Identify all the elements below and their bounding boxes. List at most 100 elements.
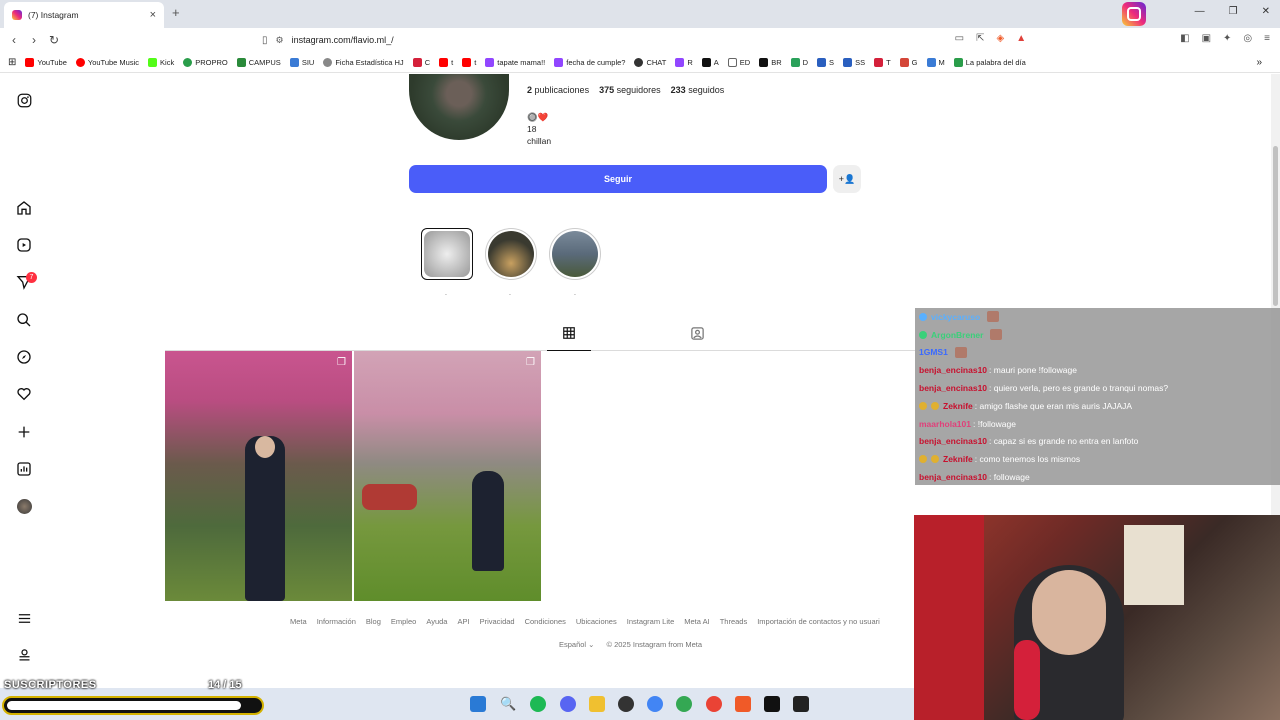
footer-link[interactable]: Empleo	[391, 617, 416, 626]
profile-avatar[interactable]	[409, 74, 509, 140]
bookmark-item[interactable]: G	[899, 58, 918, 67]
footer-link[interactable]: Meta	[290, 617, 307, 626]
bookmark-item[interactable]: SS	[843, 58, 865, 67]
bookmark-item[interactable]: t	[439, 58, 453, 67]
chrome-icon[interactable]	[647, 696, 663, 712]
bookmark-item[interactable]: R	[675, 58, 693, 67]
suggested-accounts-button[interactable]: +👤	[833, 165, 861, 193]
tab-tagged[interactable]	[690, 326, 705, 344]
post-thumbnail[interactable]: ❐	[165, 351, 352, 601]
cast-icon[interactable]: ▭	[955, 33, 964, 44]
bookmark-item[interactable]: tapate mama!!	[485, 58, 545, 67]
followers-count[interactable]: 375 seguidores	[599, 85, 661, 95]
bookmark-item[interactable]: D	[790, 58, 808, 67]
footer-link[interactable]: Importación de contactos y no usuari	[757, 617, 880, 626]
instagram-app-icon[interactable]	[1122, 2, 1146, 26]
explore-icon[interactable]	[14, 347, 34, 367]
brave-shield-icon[interactable]: ◈	[997, 33, 1005, 44]
chat-message: benja_encinas10: capaz si es grande no e…	[919, 436, 1139, 447]
vpn-icon[interactable]: ◎	[1243, 33, 1252, 44]
bookmark-item[interactable]: BR	[759, 58, 782, 67]
footer-link[interactable]: Meta AI	[684, 617, 709, 626]
bookmark-item[interactable]: S	[817, 58, 834, 67]
story-highlight[interactable]	[549, 228, 601, 280]
profile-avatar-icon[interactable]	[14, 496, 34, 516]
spotify-icon[interactable]	[530, 696, 546, 712]
bookmark-item[interactable]: CAMPUS	[236, 58, 281, 67]
restore-icon[interactable]: ❐	[1229, 6, 1238, 17]
menu-icon[interactable]: ≡	[1264, 33, 1270, 44]
new-tab-button[interactable]: +	[172, 5, 180, 20]
bookmarks-overflow-icon[interactable]: »	[1256, 57, 1262, 68]
footer-link[interactable]: Privacidad	[480, 617, 515, 626]
tab-posts[interactable]	[547, 326, 591, 351]
epic-games-icon[interactable]	[793, 696, 809, 712]
bookmark-item[interactable]: M	[926, 58, 945, 67]
language-select[interactable]: Español ⌄	[559, 640, 594, 649]
post-thumbnail[interactable]: ❐	[354, 351, 541, 601]
footer-link[interactable]: Ayuda	[426, 617, 447, 626]
file-explorer-icon[interactable]	[589, 696, 605, 712]
chrome-profile-icon[interactable]	[676, 696, 692, 712]
start-icon[interactable]	[470, 696, 486, 712]
also-from-meta-icon[interactable]	[14, 645, 34, 665]
apps-grid-icon[interactable]: ⊞	[8, 57, 16, 68]
rewards-icon[interactable]: ▲	[1016, 33, 1026, 44]
close-tab-icon[interactable]: ×	[150, 9, 156, 21]
bookmark-item[interactable]: C	[412, 58, 430, 67]
bookmark-item[interactable]: CHAT	[634, 58, 666, 67]
instagram-logo-icon[interactable]	[14, 90, 34, 110]
footer-link[interactable]: Ubicaciones	[576, 617, 617, 626]
follow-button[interactable]: Seguir	[409, 165, 827, 193]
bookmark-item[interactable]: Ficha Estadística HJ	[323, 58, 404, 67]
dashboard-icon[interactable]	[14, 459, 34, 479]
footer-link[interactable]: Blog	[366, 617, 381, 626]
share-icon[interactable]: ⇱	[976, 33, 984, 44]
discord-icon[interactable]	[560, 696, 576, 712]
site-info-icon[interactable]: ⚙	[276, 35, 284, 46]
bookmark-item[interactable]: Kick	[148, 58, 174, 67]
footer-link[interactable]: API	[457, 617, 469, 626]
bookmark-item[interactable]: SIU	[289, 58, 314, 67]
bookmark-item[interactable]: t	[462, 58, 476, 67]
reload-icon[interactable]: ↻	[44, 33, 64, 47]
chrome-profile2-icon[interactable]	[706, 696, 722, 712]
story-highlight[interactable]	[421, 228, 473, 280]
footer-link[interactable]: Condiciones	[525, 617, 566, 626]
notifications-heart-icon[interactable]	[14, 384, 34, 404]
create-icon[interactable]	[14, 422, 34, 442]
back-icon[interactable]: ‹	[4, 33, 24, 47]
footer-link[interactable]: Threads	[720, 617, 748, 626]
reels-icon[interactable]	[14, 235, 34, 255]
bookmark-item[interactable]: A	[701, 58, 719, 67]
bookmark-item[interactable]: YouTube Music	[75, 58, 139, 67]
tiktok-icon[interactable]	[764, 696, 780, 712]
bookmark-item[interactable]: fecha de cumple?	[554, 58, 625, 67]
browser-tab-bar: (7) Instagram × + — ❐ ✕	[0, 0, 1280, 28]
bookmark-item[interactable]: La palabra del día	[953, 58, 1026, 67]
search-taskbar-icon[interactable]: 🔍	[500, 696, 516, 712]
bookmark-folder[interactable]: ED	[727, 58, 750, 67]
story-highlight[interactable]	[485, 228, 537, 280]
footer-link[interactable]: Información	[317, 617, 356, 626]
bookmark-page-icon[interactable]: ▯	[262, 35, 268, 46]
more-menu-icon[interactable]	[14, 608, 34, 628]
obs-icon[interactable]	[618, 696, 634, 712]
tab-instagram[interactable]: (7) Instagram ×	[4, 2, 164, 28]
following-count[interactable]: 233 seguidos	[671, 85, 725, 95]
url-field[interactable]: ▯ ⚙ instagram.com/flavio.ml_/	[262, 31, 900, 49]
footer-link[interactable]: Instagram Lite	[627, 617, 675, 626]
sidebar-toggle-icon[interactable]: ◧	[1180, 33, 1189, 44]
bookmark-item[interactable]: PROPRO	[183, 58, 228, 67]
minimize-icon[interactable]: —	[1195, 6, 1205, 17]
search-icon[interactable]	[14, 310, 34, 330]
bookmark-item[interactable]: YouTube	[25, 58, 67, 67]
leo-ai-icon[interactable]: ✦	[1223, 33, 1231, 44]
bookmark-item[interactable]: T	[874, 58, 891, 67]
home-icon[interactable]	[14, 198, 34, 218]
close-window-icon[interactable]: ✕	[1262, 6, 1270, 17]
forward-icon[interactable]: ›	[24, 33, 44, 47]
brave-icon[interactable]	[735, 696, 751, 712]
scrollbar-thumb[interactable]	[1273, 146, 1278, 306]
wallet-icon[interactable]: ▣	[1202, 33, 1211, 44]
